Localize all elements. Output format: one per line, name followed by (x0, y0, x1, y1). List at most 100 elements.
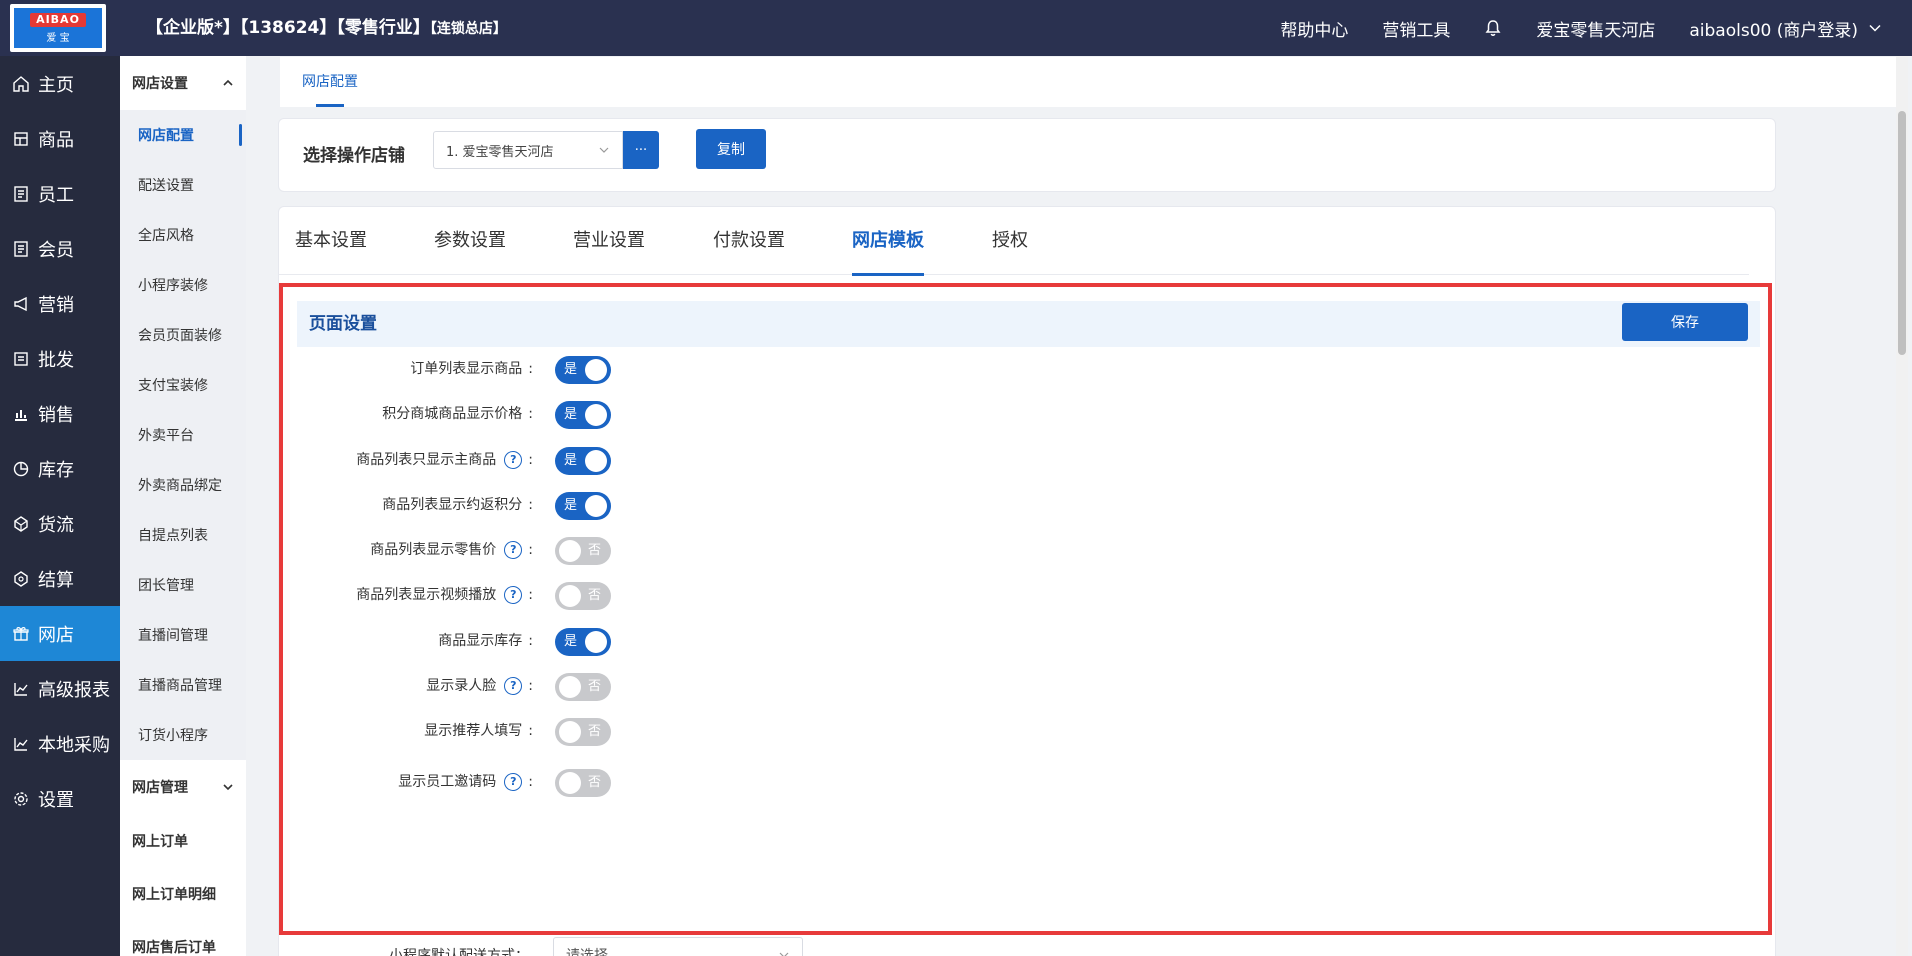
subnav-item[interactable]: 订货小程序 (120, 710, 246, 760)
setting-row: 商品列表显示零售价?: 否 (283, 530, 1763, 570)
current-store-name[interactable]: 爱宝零售天河店 (1536, 16, 1655, 41)
subnav-item[interactable]: 直播间管理 (120, 610, 246, 660)
settings-tabs: 基本设置 参数设置 营业设置 付款设置 网店模板 授权 (279, 207, 1749, 276)
nav-item-6[interactable]: 销售 (0, 386, 120, 441)
page-tab-bar: 网店配置 (280, 57, 1900, 107)
help-center-link[interactable]: 帮助中心 (1280, 16, 1348, 41)
label-colon: : (528, 723, 533, 739)
subnav-item[interactable]: 配送设置 (120, 160, 246, 210)
help-icon[interactable]: ? (504, 773, 523, 791)
nav-item-13[interactable]: 设置 (0, 771, 120, 826)
nav-item-label: 库存 (38, 459, 74, 481)
settings-tab-5[interactable]: 授权 (992, 207, 1028, 275)
nav-item-label: 网店 (38, 624, 74, 646)
setting-label: 显示推荐人填写: (424, 711, 533, 751)
setting-label-text: 显示推荐人填写 (424, 723, 523, 739)
toggle-switch[interactable]: 是 (555, 401, 611, 429)
subnav-group-shop-settings[interactable]: 网店设置 (120, 56, 246, 110)
default-delivery-select[interactable]: 请选择 (553, 937, 803, 956)
toggle-knob (559, 585, 581, 607)
toggle-switch[interactable]: 否 (555, 673, 611, 701)
toggle-switch[interactable]: 否 (555, 718, 611, 746)
nav-item-5[interactable]: 批发 (0, 331, 120, 386)
nav-item-9[interactable]: 结算 (0, 551, 120, 606)
toggle-state-text: 否 (587, 543, 601, 558)
megaphone-icon (12, 295, 30, 313)
settings-tab-2[interactable]: 营业设置 (573, 207, 645, 275)
marketing-tools-link[interactable]: 营销工具 (1382, 16, 1450, 41)
brand-logo[interactable]: AIBAO 爱 宝 (10, 4, 106, 52)
toggle-state-text: 否 (587, 679, 601, 694)
nav-item-11[interactable]: 高级报表 (0, 661, 120, 716)
setting-row: 显示录人脸?: 否 (283, 666, 1763, 706)
help-icon[interactable]: ? (504, 677, 523, 695)
user-menu[interactable]: aibaols00 (商户登录) (1689, 16, 1882, 41)
subnav-item[interactable]: 小程序装修 (120, 260, 246, 310)
subnav-item[interactable]: 外卖平台 (120, 410, 246, 460)
subnav-item[interactable]: 支付宝装修 (120, 360, 246, 410)
subnav-item[interactable]: 网店售后订单 (120, 920, 246, 956)
store-select[interactable]: 1. 爱宝零售天河店 (433, 131, 623, 169)
copy-button[interactable]: 复制 (696, 129, 766, 169)
settings-tab-4[interactable]: 网店模板 (852, 207, 924, 276)
help-icon[interactable]: ? (504, 541, 523, 559)
subnav-item[interactable]: 外卖商品绑定 (120, 460, 246, 510)
setting-label-text: 商品列表显示零售价 (370, 542, 497, 558)
bell-icon[interactable] (1484, 19, 1502, 37)
toggle-switch[interactable]: 是 (555, 356, 611, 384)
toggle-state-text: 否 (587, 588, 601, 603)
subnav-item[interactable]: 会员页面装修 (120, 310, 246, 360)
subnav-group-label: 网店设置 (132, 76, 188, 92)
subnav-item[interactable]: 网上订单明细 (120, 867, 246, 920)
toggle-state-text: 是 (564, 362, 578, 377)
setting-label-text: 显示录人脸 (426, 678, 497, 694)
subnav-item[interactable]: 直播商品管理 (120, 660, 246, 710)
toggle-switch[interactable]: 是 (555, 628, 611, 656)
subnav-group-shop-management[interactable]: 网店管理 (120, 760, 246, 814)
subnav-item[interactable]: 全店风格 (120, 210, 246, 260)
toggle-switch[interactable]: 否 (555, 582, 611, 610)
toggle-state-text: 是 (564, 453, 578, 468)
nav-item-12[interactable]: 本地采购 (0, 716, 120, 771)
account-title-store-type: 【连锁总店】 (429, 21, 507, 37)
toggle-switch[interactable]: 是 (555, 492, 611, 520)
label-colon: : (528, 542, 533, 558)
page-tab-shop-config[interactable]: 网店配置 (302, 57, 358, 107)
nav-item-label: 设置 (38, 789, 74, 811)
toggle-switch[interactable]: 是 (555, 447, 611, 475)
store-more-button[interactable]: ··· (623, 131, 659, 169)
help-icon[interactable]: ? (504, 586, 523, 604)
toggle-switch[interactable]: 否 (555, 769, 611, 797)
default-delivery-label: 小程序默认配送方式： (389, 948, 529, 956)
save-button[interactable]: 保存 (1622, 303, 1748, 341)
nav-item-4[interactable]: 营销 (0, 276, 120, 331)
setting-label-text: 积分商城商品显示价格 (382, 406, 523, 422)
scrollbar-thumb[interactable] (1898, 111, 1906, 355)
subnav-item[interactable]: 网店配置 (120, 110, 246, 160)
nav-item-label: 营销 (38, 294, 74, 316)
nav-item-label: 主页 (38, 74, 74, 96)
nav-item-label: 会员 (38, 239, 74, 261)
list-icon (12, 350, 30, 368)
nav-item-7[interactable]: 库存 (0, 441, 120, 496)
nav-item-1[interactable]: 商品 (0, 111, 120, 166)
nav-item-8[interactable]: 货流 (0, 496, 120, 551)
toggle-switch[interactable]: 否 (555, 537, 611, 565)
page-scrollbar[interactable] (1896, 56, 1908, 956)
label-colon: : (528, 587, 533, 603)
subnav-item[interactable]: 团长管理 (120, 560, 246, 610)
nav-item-3[interactable]: 会员 (0, 221, 120, 276)
nav-item-0[interactable]: 主页 (0, 56, 120, 111)
section-header: 页面设置 保存 (297, 301, 1760, 347)
subnav-item[interactable]: 自提点列表 (120, 510, 246, 560)
nav-item-2[interactable]: 员工 (0, 166, 120, 221)
toggle-knob (559, 676, 581, 698)
subnav-item[interactable]: 网上订单 (120, 814, 246, 867)
settings-tab-1[interactable]: 参数设置 (434, 207, 506, 275)
settings-tab-0[interactable]: 基本设置 (295, 207, 367, 275)
nav-item-10[interactable]: 网店 (0, 606, 120, 661)
setting-label: 积分商城商品显示价格: (382, 394, 533, 434)
settings-tab-3[interactable]: 付款设置 (713, 207, 785, 275)
help-icon[interactable]: ? (504, 451, 523, 469)
flow-icon (12, 515, 30, 533)
